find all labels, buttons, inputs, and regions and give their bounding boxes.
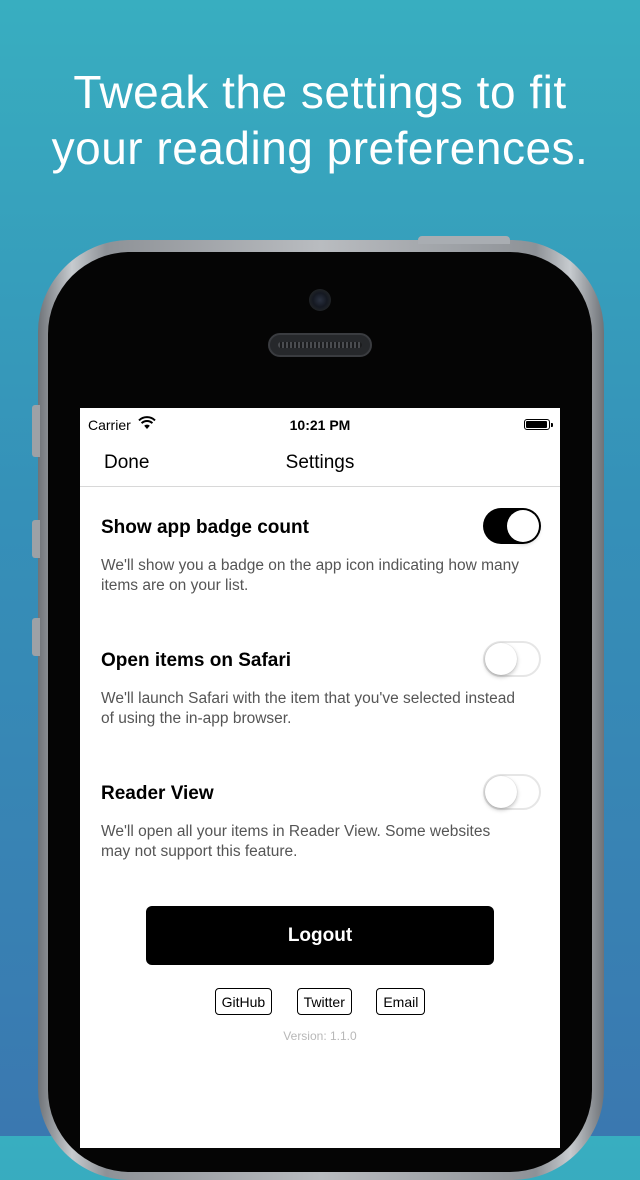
setting-badge-count: Show app badge count We'll show you a ba…	[101, 508, 541, 596]
toggle-knob	[507, 510, 539, 542]
version-label: Version: 1.1.0	[283, 1029, 357, 1043]
page-title: Settings	[285, 452, 355, 473]
reader-view-toggle[interactable]	[483, 774, 541, 810]
battery-icon	[524, 419, 553, 430]
footer-links: GitHub Twitter Email	[80, 988, 560, 1015]
status-bar: Carrier 10:21 PM	[80, 408, 560, 442]
earpiece-speaker	[268, 333, 372, 357]
setting-title: Open items on Safari	[101, 650, 292, 671]
headline-line-1: Tweak the settings to fit	[73, 66, 567, 118]
setting-title: Show app badge count	[101, 517, 309, 538]
marketing-headline: Tweak the settings to fit your reading p…	[0, 64, 640, 176]
toggle-knob	[485, 776, 517, 808]
setting-description: We'll open all your items in Reader View…	[101, 823, 491, 860]
setting-description: We'll show you a badge on the app icon i…	[101, 557, 519, 594]
headline-line-2: your reading preferences.	[51, 122, 589, 174]
setting-description: We'll launch Safari with the item that y…	[101, 690, 516, 727]
logout-button[interactable]: Logout	[146, 906, 494, 965]
setting-title: Reader View	[101, 783, 214, 804]
volume-up-button	[32, 520, 40, 558]
power-button	[418, 236, 510, 244]
setting-open-safari: Open items on Safari We'll launch Safari…	[101, 641, 541, 729]
email-link[interactable]: Email	[376, 988, 426, 1015]
mute-switch	[32, 405, 40, 457]
front-camera	[309, 289, 331, 311]
github-link[interactable]: GitHub	[214, 988, 273, 1015]
status-time: 10:21 PM	[289, 417, 351, 433]
twitter-link[interactable]: Twitter	[296, 988, 352, 1015]
setting-reader-view: Reader View We'll open all your items in…	[101, 774, 541, 862]
phone-screen: Carrier 10:21 PM Done Settings Show app …	[80, 408, 560, 1148]
volume-down-button	[32, 618, 40, 656]
open-safari-toggle[interactable]	[483, 641, 541, 677]
navigation-bar: Done Settings	[80, 442, 560, 487]
toggle-knob	[485, 643, 517, 675]
badge-count-toggle[interactable]	[483, 508, 541, 544]
